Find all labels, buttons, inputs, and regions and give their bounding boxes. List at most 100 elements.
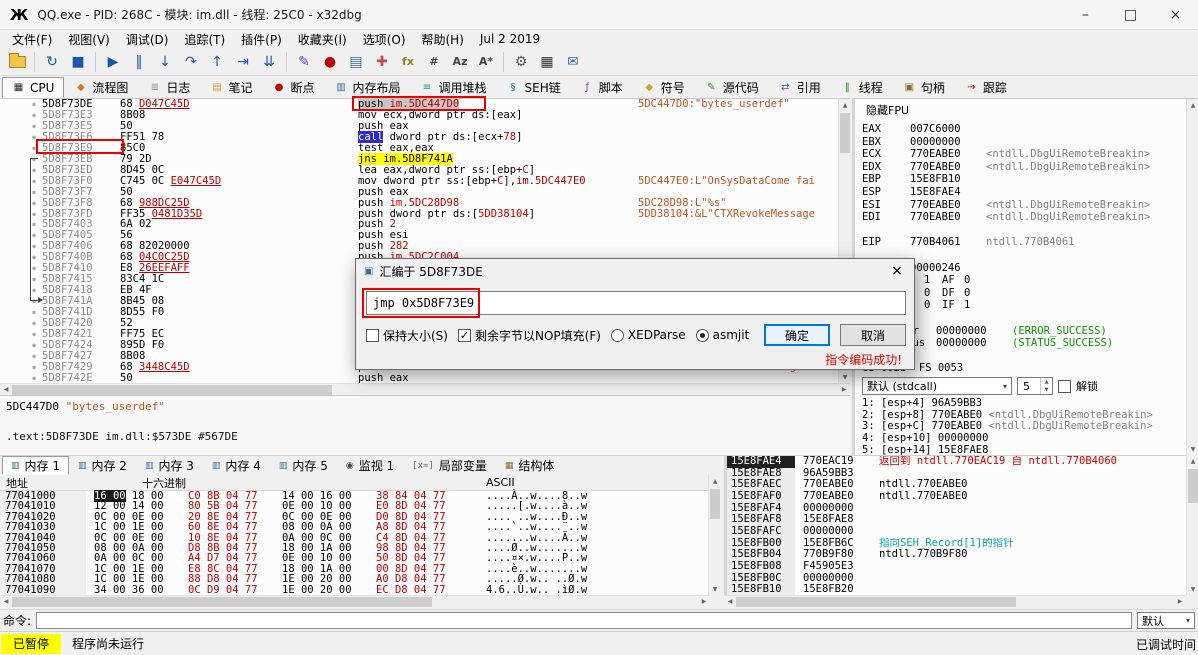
flag-value[interactable]: 1: [924, 274, 942, 287]
argument-count-stepper[interactable]: 5 ▲ ▼: [1017, 377, 1053, 395]
scroll-up-icon[interactable]: ▲: [1187, 455, 1198, 467]
cpu-window-icon[interactable]: ▦: [535, 50, 559, 74]
tab-threads[interactable]: ‖ 线程: [831, 77, 893, 98]
menu-debug[interactable]: 调试(D): [118, 30, 177, 49]
flag-value[interactable]: 0: [924, 299, 942, 312]
stack-row[interactable]: 15E8FB04 770B9F80 ntdll.770B9F80: [727, 549, 1186, 561]
step-into-icon[interactable]: ↓: [153, 50, 177, 74]
dump-vscrollbar[interactable]: ▲ ▼: [708, 475, 720, 595]
calling-convention-select[interactable]: 默认 (stdcall) ▾: [862, 377, 1012, 395]
stepper-arrows[interactable]: ▲ ▼: [1040, 378, 1052, 394]
stack-row[interactable]: 15E8FB10 15E8FB20: [727, 584, 1186, 595]
stack-row[interactable]: 15E8FAF4 00000000: [727, 502, 1186, 515]
disasm-row[interactable]: ● 5D8F742E 50 push eax: [0, 372, 850, 383]
tab-notes[interactable]: ▤ 笔记: [200, 77, 262, 98]
tab-dump-4[interactable]: ▥ 内存 4: [203, 456, 270, 475]
breakpoint-dot[interactable]: ●: [26, 143, 42, 154]
maximize-button[interactable]: □: [1108, 0, 1153, 29]
disassembly-hscrollbar[interactable]: ◀ ▶: [0, 383, 850, 395]
breakpoint-dot[interactable]: ●: [26, 340, 42, 351]
breakpoint-dot[interactable]: ●: [26, 121, 42, 132]
step-out-icon[interactable]: ↑: [205, 50, 229, 74]
ok-button[interactable]: 确定: [764, 324, 830, 346]
scrollbar-thumb[interactable]: [1188, 469, 1198, 503]
run-to-user-icon[interactable]: ⇥: [231, 50, 255, 74]
tab-dump-5[interactable]: ▥ 内存 5: [270, 456, 337, 475]
argument-row[interactable]: 5: [esp+14] 15E8FAE8: [862, 444, 1192, 455]
breakpoint-dot[interactable]: ●: [26, 132, 42, 143]
stack-row[interactable]: 15E8FAF0 770EABE0 ntdll.770EABE0: [727, 490, 1186, 503]
tab-dump-2[interactable]: ▥ 内存 2: [69, 456, 136, 475]
scrollbar-thumb[interactable]: [840, 113, 850, 153]
stepper-down-icon[interactable]: ▼: [1041, 386, 1052, 394]
dialog-close-icon[interactable]: ×: [880, 259, 914, 283]
scrollbar-thumb[interactable]: [12, 384, 332, 395]
keep-size-checkbox[interactable]: [366, 328, 379, 342]
breakpoint-dot[interactable]: ●: [26, 373, 42, 383]
scroll-down-icon[interactable]: ▼: [709, 583, 721, 595]
tab-dump-1[interactable]: ▥ 内存 1: [2, 456, 69, 475]
stack-row[interactable]: 15E8FB00 15E8FB6C 指向SEH_Record[1]的指针: [727, 537, 1186, 550]
flag-value[interactable]: 0: [964, 274, 982, 287]
stack-row[interactable]: 15E8FB0C 00000000: [727, 572, 1186, 585]
breakpoint-dot[interactable]: ●: [26, 318, 42, 329]
scroll-right-icon[interactable]: ▶: [698, 596, 710, 608]
disasm-row[interactable]: ● 5D8F73F0 C745 0C E047C45D mov dword ptr s…: [0, 175, 850, 187]
flag-value[interactable]: 0: [964, 287, 982, 300]
breakpoints-icon[interactable]: ●: [318, 50, 342, 74]
close-button[interactable]: ×: [1153, 0, 1198, 29]
stack-row[interactable]: 15E8FAE4 770EAC19 返回到 ntdll.770EAC19 自 ntd…: [727, 456, 1186, 468]
scroll-left-icon[interactable]: ◀: [0, 384, 12, 396]
patch-icon[interactable]: ✚: [370, 50, 394, 74]
command-input[interactable]: [36, 612, 1132, 629]
settings-icon[interactable]: ⚙: [509, 50, 533, 74]
pause-icon[interactable]: ‖: [127, 50, 151, 74]
menu-options[interactable]: 选项(O): [355, 30, 414, 49]
stepper-up-icon[interactable]: ▲: [1041, 378, 1052, 386]
breakpoint-dot[interactable]: ●: [26, 329, 42, 340]
hash-icon[interactable]: #: [422, 50, 446, 74]
stack-row[interactable]: 15E8FAF8 15E8FAE8: [727, 514, 1186, 526]
dump-hscrollbar[interactable]: ◀ ▶: [0, 595, 710, 607]
dump-row[interactable]: 77041080 1C 00 1E 00 88 D8 04 77 1E 00 20 0…: [0, 574, 708, 585]
run-icon[interactable]: ▶: [101, 50, 125, 74]
assemble-instruction-input[interactable]: [366, 291, 906, 315]
message-icon[interactable]: ✉: [561, 50, 585, 74]
stack-pane[interactable]: 15E8FAE4 770EAC19 返回到 ntdll.770EAC19 自 ntd…: [724, 455, 1186, 595]
menu-trace[interactable]: 追踪(T): [176, 30, 233, 49]
flag-value[interactable]: 0: [924, 287, 942, 300]
hide-fpu-button[interactable]: 隐藏FPU: [862, 100, 913, 120]
breakpoint-dot[interactable]: ●: [26, 99, 42, 110]
menu-view[interactable]: 视图(V): [60, 30, 118, 49]
stack-row[interactable]: 15E8FAFC 00000000: [727, 525, 1186, 538]
cancel-button[interactable]: 取消: [840, 324, 906, 346]
xedparse-radio[interactable]: [610, 328, 624, 342]
tab-dump-3[interactable]: ▥ 内存 3: [136, 456, 203, 475]
register-row[interactable]: EDI 770EABE0 <ntdll.DbgUiRemoteBreakin>: [862, 211, 1198, 224]
step-over-icon[interactable]: ↷: [179, 50, 203, 74]
register-row[interactable]: ESP 15E8FAE4: [862, 186, 1198, 199]
scroll-left-icon[interactable]: ◀: [0, 596, 12, 608]
stop-icon[interactable]: ■: [66, 50, 90, 74]
argument-row[interactable]: 4: [esp+10] 00000000: [862, 432, 1192, 445]
tab-seh[interactable]: § SEH链: [497, 77, 571, 98]
open-file-icon[interactable]: [5, 50, 29, 74]
breakpoint-dot[interactable]: ●: [26, 362, 42, 373]
tab-handles[interactable]: ▣ 句柄: [893, 77, 955, 98]
breakpoint-dot[interactable]: ●: [26, 307, 42, 318]
scroll-down-icon[interactable]: ▼: [1187, 443, 1198, 455]
tab-script[interactable]: ƒ 脚本: [571, 77, 633, 98]
stack-vscrollbar[interactable]: ▲ ▼: [1186, 455, 1198, 595]
stack-row[interactable]: 15E8FAEC 770EABE0 ntdll.770EABE0: [727, 479, 1186, 491]
stack-row[interactable]: 15E8FAE8 96A59BB3: [727, 467, 1186, 480]
scroll-right-icon[interactable]: ▶: [1174, 596, 1186, 608]
tab-breakpoints[interactable]: ● 断点: [262, 77, 324, 98]
scroll-down-icon[interactable]: ▼: [839, 371, 851, 383]
memory-dump-pane[interactable]: 77041000 16 00 18 00 C0 8B 04 77 14 00 16 0…: [0, 490, 708, 595]
command-history-select[interactable]: 默认 ▾: [1137, 612, 1195, 629]
fill-nop-checkbox[interactable]: [457, 328, 471, 342]
scroll-right-icon[interactable]: ▶: [838, 384, 850, 396]
menu-plugins[interactable]: 插件(P): [233, 30, 290, 49]
menu-favourites[interactable]: 收藏夹(I): [290, 30, 355, 49]
tab-cpu[interactable]: ▦ CPU: [2, 77, 65, 98]
